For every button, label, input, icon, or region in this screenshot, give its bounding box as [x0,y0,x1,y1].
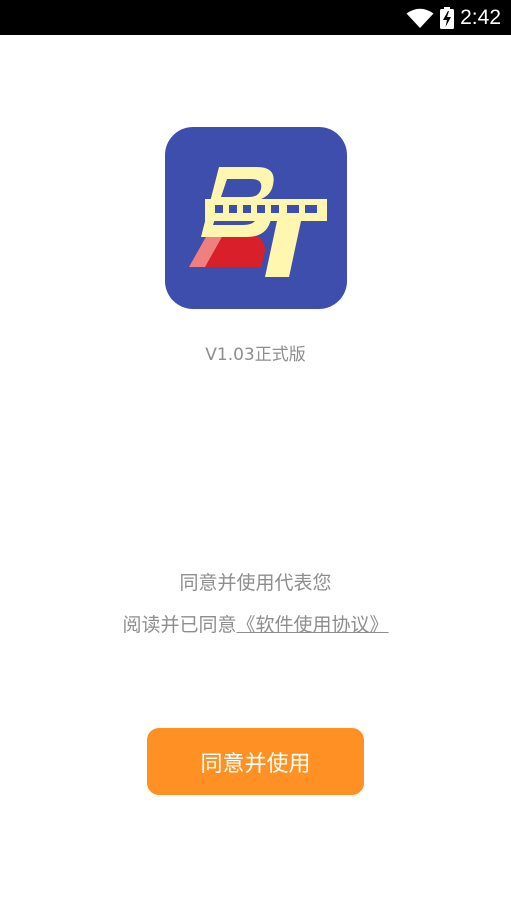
status-icons: 2:42 [406,0,501,35]
bt-logo-icon [189,167,327,277]
status-bar: 2:42 [0,0,511,35]
consent-agreement-line: 阅读并已同意《软件使用协议》 [0,610,511,637]
agree-and-use-button[interactable]: 同意并使用 [147,728,364,795]
app-logo [165,127,347,309]
software-agreement-link[interactable]: 《软件使用协议》 [237,614,389,636]
wifi-icon [406,8,434,28]
consent-prefix: 阅读并已同意 [122,614,237,636]
status-time: 2:42 [460,5,501,29]
battery-charging-icon [440,6,455,29]
app-version: V1.03正式版 [205,345,306,365]
consent-text: 同意并使用代表您 [179,572,332,594]
